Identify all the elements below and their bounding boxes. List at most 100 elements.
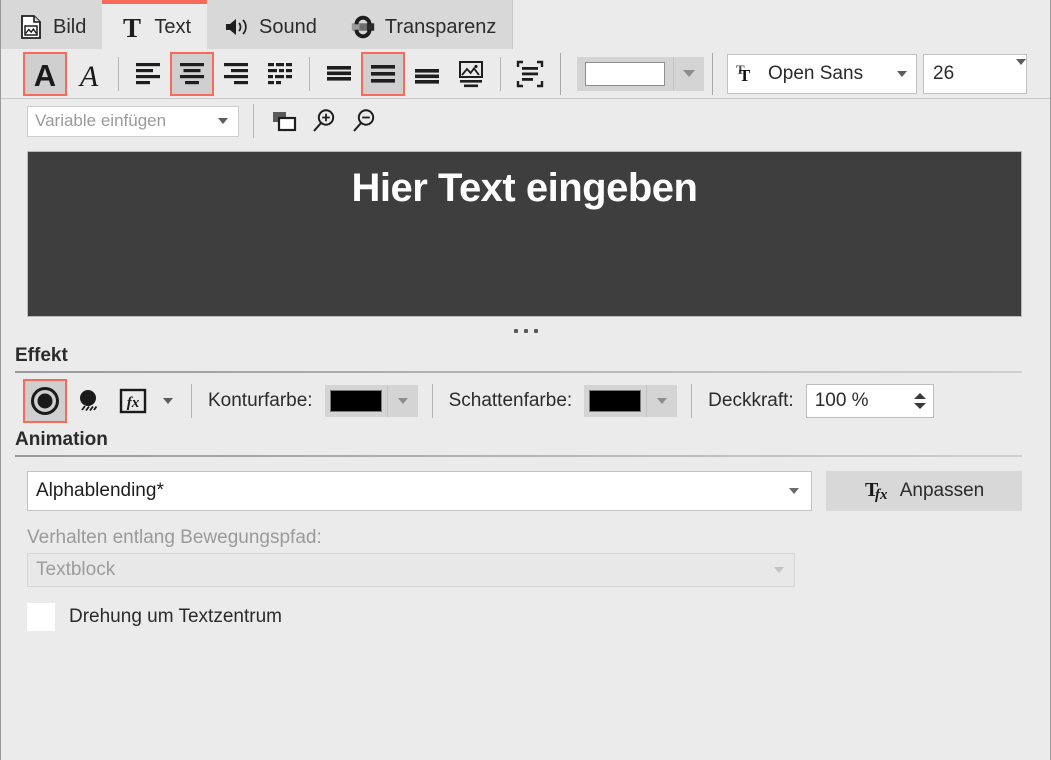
toolbar-divider-4: [560, 53, 561, 95]
animation-adjust-button[interactable]: T fx Anpassen: [826, 471, 1022, 511]
duplicate-button[interactable]: [264, 102, 304, 140]
effect-divider-2: [432, 384, 433, 418]
rotation-around-center-checkbox[interactable]: [27, 603, 55, 631]
effect-divider-3: [691, 384, 692, 418]
bold-a-icon: A: [30, 58, 60, 90]
animation-select[interactable]: Alphablending*: [27, 471, 812, 511]
shadow-effect-icon: [73, 385, 105, 417]
motion-path-behavior-label: Verhalten entlang Bewegungspfad:: [1, 511, 1050, 553]
font-size-dropdown-button[interactable]: [1016, 65, 1026, 83]
text-over-image-button[interactable]: [449, 52, 493, 96]
align-justify-button[interactable]: [258, 52, 302, 96]
motion-path-behavior-value: Textblock: [28, 559, 764, 581]
shadow-color-swatch-box: [584, 385, 646, 417]
tab-bar: Bild T Text Sound: [1, 0, 1050, 49]
align-left-icon: [133, 59, 163, 89]
tab-label-transparenz: Transparenz: [385, 17, 497, 37]
spinner-up-icon[interactable]: [914, 393, 926, 399]
text-over-image-icon: [456, 59, 486, 89]
insert-variable-dropdown-button[interactable]: [208, 118, 238, 124]
animation-section-title: Animation: [15, 429, 1022, 455]
spinner-down-icon[interactable]: [914, 403, 926, 409]
insert-variable-label: Variable einfügen: [28, 111, 208, 131]
shadow-effect-button[interactable]: [67, 379, 111, 423]
shadow-color-label: Schattenfarbe:: [449, 390, 573, 412]
fx-dropdown-button[interactable]: [155, 398, 181, 404]
shadow-color-dropdown-button[interactable]: [646, 385, 677, 417]
valign-top-button[interactable]: [317, 52, 361, 96]
tab-sound[interactable]: Sound: [207, 0, 333, 49]
effect-section-header: Effekt: [15, 345, 1022, 373]
splitter-dot: [534, 329, 538, 333]
svg-text:A: A: [34, 58, 56, 90]
opacity-label: Deckkraft:: [708, 390, 794, 412]
align-center-button[interactable]: [170, 52, 214, 96]
animation-dropdown-button[interactable]: [777, 488, 811, 494]
tab-transparenz[interactable]: Transparenz: [333, 0, 513, 49]
valign-middle-icon: [368, 59, 398, 89]
svg-text:fx: fx: [875, 487, 888, 503]
text-color-dropdown-button[interactable]: [673, 57, 704, 91]
variable-toolbar: Variable einfügen: [1, 99, 1050, 143]
chevron-down-icon: [657, 398, 667, 404]
opacity-stepper[interactable]: 100 %: [806, 384, 934, 418]
splitter-dot: [524, 329, 528, 333]
rotation-around-center-label: Drehung um Textzentrum: [69, 606, 282, 628]
fit-text-to-box-button[interactable]: [508, 52, 552, 96]
valign-bottom-button[interactable]: [405, 52, 449, 96]
outline-effect-button[interactable]: [23, 379, 67, 423]
motion-path-behavior-select: Textblock: [27, 553, 795, 587]
fx-effect-button[interactable]: fx: [111, 379, 155, 423]
valign-top-icon: [324, 59, 354, 89]
align-right-button[interactable]: [214, 52, 258, 96]
align-left-button[interactable]: [126, 52, 170, 96]
zoom-in-icon: [310, 107, 338, 135]
zoom-in-button[interactable]: [304, 102, 344, 140]
text-preview-canvas[interactable]: Hier Text eingeben: [27, 151, 1022, 317]
chevron-down-icon: [398, 398, 408, 404]
italic-a-icon: A: [74, 58, 104, 90]
font-size-select[interactable]: 26: [923, 54, 1027, 94]
fx-icon: fx: [118, 386, 148, 416]
contour-color-picker[interactable]: [325, 385, 418, 417]
valign-middle-button[interactable]: [361, 52, 405, 96]
chevron-down-icon: [218, 118, 228, 124]
tab-bild[interactable]: Bild: [1, 0, 102, 49]
tab-label-bild: Bild: [53, 17, 86, 37]
font-tt-icon: T T: [728, 62, 762, 86]
valign-bottom-icon: [412, 59, 442, 89]
toolbar-divider-1: [118, 57, 119, 91]
font-family-dropdown-button[interactable]: [888, 71, 916, 77]
toolbar-divider-5: [712, 53, 713, 95]
svg-text:T: T: [739, 66, 751, 85]
panel-splitter-handle[interactable]: [1, 317, 1050, 345]
font-family-select[interactable]: T T Open Sans: [727, 54, 917, 94]
text-preview-content[interactable]: Hier Text eingeben: [352, 166, 698, 316]
toolbar2-divider-1: [253, 104, 254, 138]
fit-text-to-box-icon: [515, 59, 545, 89]
duplicate-icon: [270, 107, 298, 135]
rotation-around-center-row[interactable]: Drehung um Textzentrum: [1, 587, 1050, 631]
zoom-out-button[interactable]: [344, 102, 384, 140]
text-color-picker[interactable]: [577, 57, 704, 91]
align-justify-icon: [265, 59, 295, 89]
animation-selected-value: Alphablending*: [28, 480, 777, 502]
align-right-icon: [221, 59, 251, 89]
effect-section-title: Effekt: [15, 345, 1022, 371]
tab-bar-filler: [513, 0, 1050, 49]
bold-button[interactable]: A: [23, 52, 67, 96]
contour-color-dropdown-button[interactable]: [387, 385, 418, 417]
animation-adjust-label: Anpassen: [900, 480, 985, 502]
shadow-color-picker[interactable]: [584, 385, 677, 417]
tab-label-text: Text: [154, 17, 191, 37]
motion-path-dropdown-button: [764, 567, 794, 573]
tfx-icon: T fx: [864, 478, 892, 504]
italic-button[interactable]: A: [67, 52, 111, 96]
tab-text[interactable]: T Text: [102, 0, 207, 49]
opacity-value[interactable]: 100 %: [807, 390, 907, 412]
chevron-down-icon: [774, 567, 784, 573]
svg-text:fx: fx: [127, 395, 140, 411]
contour-color-swatch-box: [325, 385, 387, 417]
insert-variable-select[interactable]: Variable einfügen: [27, 106, 239, 137]
opacity-spinner-buttons[interactable]: [907, 393, 933, 409]
